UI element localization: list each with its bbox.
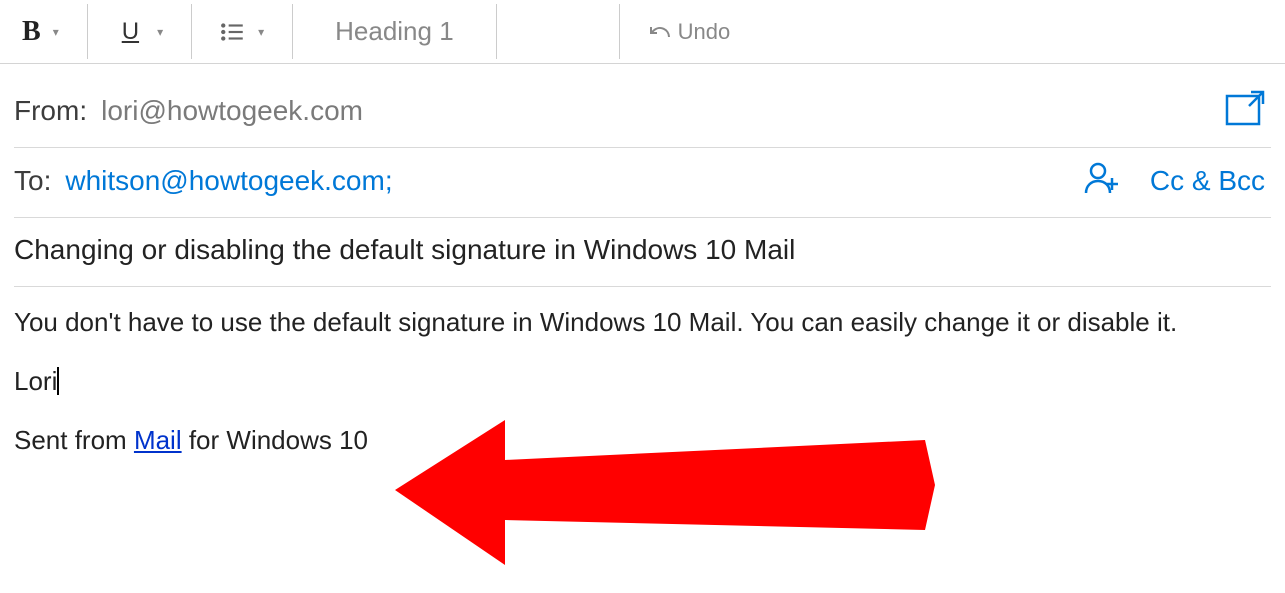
heading-label: Heading 1: [321, 16, 468, 47]
toolbar-separator: [87, 4, 88, 59]
format-toolbar: B ▾ U ▾ ▾ Heading 1 Undo: [0, 0, 1285, 64]
from-value[interactable]: lori@howtogeek.com: [101, 95, 363, 127]
open-new-window-icon[interactable]: [1225, 90, 1265, 131]
toolbar-separator: [191, 4, 192, 59]
chevron-down-icon: ▾: [258, 25, 264, 39]
undo-button[interactable]: Undo: [636, 0, 743, 63]
to-value[interactable]: whitson@howtogeek.com;: [65, 165, 392, 197]
bold-icon: B: [22, 16, 41, 48]
subject-input[interactable]: [14, 230, 1271, 270]
list-button[interactable]: ▾: [208, 0, 276, 63]
to-label: To:: [14, 165, 51, 197]
subject-row: [14, 218, 1271, 287]
signature-post: for Windows 10: [182, 425, 368, 455]
signature-pre: Sent from: [14, 425, 134, 455]
undo-label: Undo: [678, 19, 731, 45]
cc-bcc-button[interactable]: Cc & Bcc: [1150, 165, 1265, 197]
underline-icon: U: [116, 18, 145, 46]
signature-line: Sent from Mail for Windows 10: [14, 423, 1271, 458]
chevron-down-icon: ▾: [53, 25, 59, 39]
chevron-down-icon: ▾: [157, 25, 163, 39]
to-row: To: whitson@howtogeek.com; Cc & Bcc: [14, 148, 1271, 218]
toolbar-separator: [619, 4, 620, 59]
body-paragraph: You don't have to use the default signat…: [14, 305, 1271, 340]
heading-dropdown[interactable]: Heading 1: [309, 0, 480, 63]
bold-button[interactable]: B ▾: [10, 0, 71, 63]
message-body[interactable]: You don't have to use the default signat…: [0, 287, 1285, 458]
toolbar-separator: [496, 4, 497, 59]
toolbar-separator: [292, 4, 293, 59]
from-row: From: lori@howtogeek.com: [14, 78, 1271, 148]
from-label: From:: [14, 95, 87, 127]
signature-mail-link[interactable]: Mail: [134, 425, 182, 455]
underline-button[interactable]: U ▾: [104, 0, 175, 63]
body-name: Lori: [14, 364, 59, 399]
add-contact-icon[interactable]: [1084, 160, 1120, 201]
